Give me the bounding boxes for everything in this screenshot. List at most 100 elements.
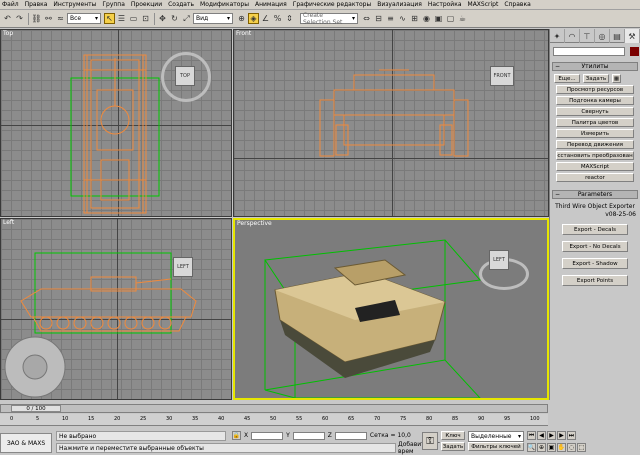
zoom-all-icon[interactable]: ⊕ (537, 443, 546, 452)
x-coord-field[interactable] (251, 431, 284, 440)
maximize-icon[interactable]: ⬚ (577, 443, 586, 452)
material-editor-icon[interactable]: ◉ (421, 13, 432, 24)
go-end-icon[interactable]: ⏭ (567, 431, 576, 440)
viewport-top[interactable]: Top TOP (0, 29, 232, 217)
viewcube-front[interactable]: FRONT (490, 66, 514, 86)
key-selection-dropdown[interactable]: Выделенные ▾ (468, 431, 524, 442)
menu-item[interactable]: Группа (102, 1, 125, 8)
export-button[interactable]: Export - No Decals (562, 241, 628, 252)
rotate-icon[interactable]: ↻ (169, 13, 180, 24)
viewcube-top[interactable]: TOP (175, 66, 195, 86)
more-button[interactable]: Еще... (554, 74, 580, 83)
lock-icon[interactable]: 🔒 (232, 431, 241, 440)
window-crossing-icon[interactable]: ⊡ (140, 13, 151, 24)
utility-button[interactable]: Палитра цветов (556, 118, 634, 127)
layers-icon[interactable]: ≡ (385, 13, 396, 24)
quick-render-icon[interactable]: ☕ (457, 13, 468, 24)
viewport-left[interactable]: Left LEFT (0, 218, 232, 400)
motion-tab-icon[interactable]: ◎ (595, 29, 610, 43)
hierarchy-tab-icon[interactable]: ⊤ (580, 29, 595, 43)
scale-icon[interactable]: ⤢ (181, 13, 192, 24)
y-coord-field[interactable] (292, 431, 325, 440)
move-icon[interactable]: ✥ (157, 13, 168, 24)
utility-button[interactable]: reactor (556, 173, 634, 182)
menu-item[interactable]: Анимация (255, 1, 287, 8)
link-icon[interactable]: ⛓ (31, 13, 42, 24)
time-slider[interactable]: 0 / 100 (0, 404, 548, 413)
display-tab-icon[interactable]: ▤ (610, 29, 625, 43)
utilities-tab-icon[interactable]: ⚒ (625, 29, 640, 43)
menu-item[interactable]: MAXScript (468, 1, 499, 8)
undo-icon[interactable]: ↶ (2, 13, 13, 24)
prev-frame-icon[interactable]: ◀ (537, 431, 546, 440)
viewcube-left[interactable]: LEFT (173, 257, 193, 277)
time-slider-thumb[interactable]: 0 / 100 (11, 405, 61, 412)
key-icon[interactable]: ⚿ (422, 432, 438, 450)
utility-button[interactable]: Свернуть (556, 107, 634, 116)
menu-item[interactable]: Настройка (428, 1, 462, 8)
pan-icon[interactable]: ✋ (557, 443, 566, 452)
utility-button[interactable]: Подгонка камеры (556, 96, 634, 105)
sets-button[interactable]: Задать (583, 74, 609, 83)
menu-item[interactable]: Проекции (131, 1, 162, 8)
spinner-snap-icon[interactable]: ⇕ (284, 13, 295, 24)
orbit-icon[interactable]: ◌ (567, 443, 576, 452)
next-frame-icon[interactable]: ▶ (557, 431, 566, 440)
unlink-icon[interactable]: ⚯ (43, 13, 54, 24)
menu-item[interactable]: Визуализация (377, 1, 422, 8)
export-button[interactable]: Export Points (562, 275, 628, 286)
go-start-icon[interactable]: ⏮ (527, 431, 536, 440)
align-icon[interactable]: ⊟ (373, 13, 384, 24)
track-bar[interactable]: 0 5 10 15 20 25 30 35 40 45 50 55 60 65 70 75 80 85 90 95 10… (0, 414, 548, 426)
render-setup-icon[interactable]: ▣ (433, 13, 444, 24)
utility-button[interactable]: Просмотр ресурсов (556, 85, 634, 94)
viewcube-persp[interactable]: LEFT (489, 250, 509, 270)
utility-button[interactable]: Перевод движения (556, 140, 634, 149)
viewport-front[interactable]: Front FRONT (233, 29, 549, 217)
region-select-icon[interactable]: ▭ (128, 13, 139, 24)
select-icon[interactable]: ↖ (104, 13, 115, 24)
render-frame-icon[interactable]: ▢ (445, 13, 456, 24)
key-filters-button[interactable]: Фильтры ключей (468, 442, 524, 451)
utility-button[interactable]: Восстановить преобразование (556, 151, 634, 160)
zoom-icon[interactable]: 🔍 (527, 443, 536, 452)
pivot-icon[interactable]: ⊕ (236, 13, 247, 24)
menu-item[interactable]: Модификаторы (200, 1, 249, 8)
parameters-rollout[interactable]: − Parameters (552, 190, 638, 199)
selection-filter[interactable]: Все ▾ (67, 13, 101, 24)
menu-item[interactable]: Графические редакторы (293, 1, 372, 8)
utility-button[interactable]: Измерить (556, 129, 634, 138)
select-by-name-icon[interactable]: ☰ (116, 13, 127, 24)
percent-snap-icon[interactable]: % (272, 13, 283, 24)
set-key-button[interactable]: Задать (441, 442, 465, 451)
curve-editor-icon[interactable]: ∿ (397, 13, 408, 24)
menu-item[interactable]: Файл (2, 1, 19, 8)
menu-item[interactable]: Инструменты (53, 1, 96, 8)
snap-icon[interactable]: ◈ (248, 13, 259, 24)
utilities-rollout[interactable]: − Утилиты (552, 62, 638, 71)
angle-snap-icon[interactable]: ∠ (260, 13, 271, 24)
utility-button[interactable]: MAXScript (556, 162, 634, 171)
object-name-field[interactable] (553, 47, 625, 56)
auto-key-button[interactable]: Ключ (441, 431, 465, 440)
maxscript-listener[interactable]: ЗАО & MAXS (0, 433, 52, 453)
z-coord-field[interactable] (334, 431, 367, 440)
bind-icon[interactable]: ≈ (55, 13, 66, 24)
schematic-icon[interactable]: ⊞ (409, 13, 420, 24)
play-icon[interactable]: ▶ (547, 431, 556, 440)
menu-item[interactable]: Справка (504, 1, 530, 8)
steering-wheel-icon[interactable] (3, 335, 67, 399)
viewport-perspective[interactable]: Perspective LEFT (233, 218, 549, 400)
zoom-extents-icon[interactable]: ▣ (547, 443, 556, 452)
menu-item[interactable]: Правка (25, 1, 48, 8)
create-tab-icon[interactable]: ✦ (550, 29, 565, 43)
modify-tab-icon[interactable]: ◠ (565, 29, 580, 43)
redo-icon[interactable]: ↷ (14, 13, 25, 24)
menu-item[interactable]: Создать (168, 1, 194, 8)
export-button[interactable]: Export - Decals (562, 224, 628, 235)
named-selection-set[interactable]: Create Selection Set ▾ (300, 12, 358, 26)
object-color-swatch[interactable] (630, 47, 639, 56)
config-icon[interactable]: ▦ (612, 74, 621, 83)
export-button[interactable]: Export - Shadow (562, 258, 628, 269)
mirror-icon[interactable]: ⇔ (361, 13, 372, 24)
